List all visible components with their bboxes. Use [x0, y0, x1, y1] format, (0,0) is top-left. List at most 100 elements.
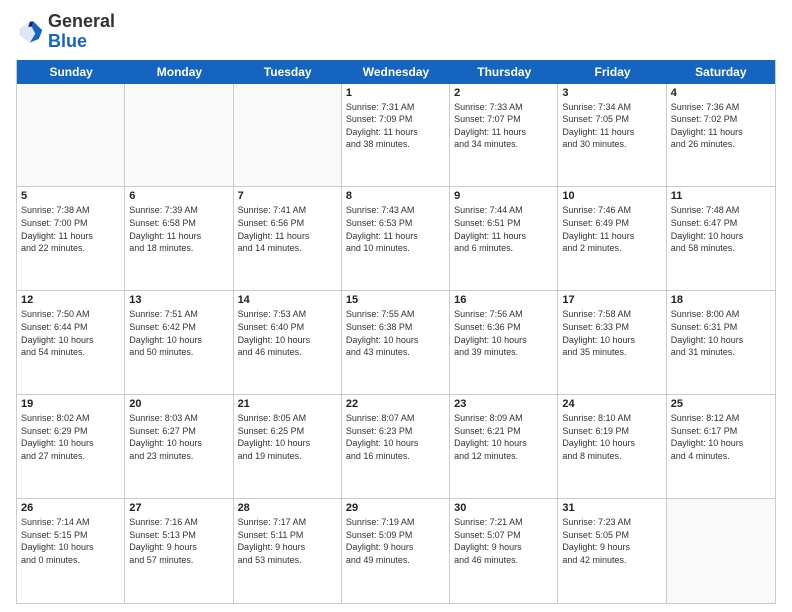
weekday-header-wednesday: Wednesday: [342, 60, 450, 84]
day-info: Sunrise: 7:38 AM Sunset: 7:00 PM Dayligh…: [21, 204, 120, 254]
calendar-cell-1: 1 Sunrise: 7:31 AM Sunset: 7:09 PM Daylig…: [342, 84, 450, 187]
day-info: Sunrise: 8:09 AM Sunset: 6:21 PM Dayligh…: [454, 412, 553, 462]
weekday-header-thursday: Thursday: [450, 60, 558, 84]
day-number: 21: [238, 398, 337, 410]
day-info: Sunrise: 7:51 AM Sunset: 6:42 PM Dayligh…: [129, 308, 228, 358]
day-info: Sunrise: 7:56 AM Sunset: 6:36 PM Dayligh…: [454, 308, 553, 358]
day-number: 1: [346, 87, 445, 99]
calendar-cell-empty-0-1: [125, 84, 233, 187]
day-number: 9: [454, 190, 553, 202]
day-info: Sunrise: 7:23 AM Sunset: 5:05 PM Dayligh…: [562, 516, 661, 566]
page: GeneralBlue SundayMondayTuesdayWednesday…: [0, 0, 792, 612]
calendar-cell-25: 25Sunrise: 8:12 AM Sunset: 6:17 PM Dayli…: [667, 395, 775, 498]
weekday-header-saturday: Saturday: [667, 60, 775, 84]
calendar-cell-17: 17 Sunrise: 7:58 AM Sunset: 6:33 PM Dayli…: [558, 291, 666, 394]
day-info: Sunrise: 8:07 AM Sunset: 6:23 PM Dayligh…: [346, 412, 445, 462]
calendar-row-1: 5 Sunrise: 7:38 AM Sunset: 7:00 PM Daylig…: [17, 187, 775, 291]
day-info: Sunrise: 7:41 AM Sunset: 6:56 PM Dayligh…: [238, 204, 337, 254]
day-info: Sunrise: 7:14 AM Sunset: 5:15 PM Dayligh…: [21, 516, 120, 566]
weekday-header-sunday: Sunday: [17, 60, 125, 84]
day-info: Sunrise: 8:02 AM Sunset: 6:29 PM Dayligh…: [21, 412, 120, 462]
day-number: 10: [562, 190, 661, 202]
calendar-cell-2: 2Sunrise: 7:33 AM Sunset: 7:07 PM Daylig…: [450, 84, 558, 187]
calendar-row-2: 12 Sunrise: 7:50 AM Sunset: 6:44 PM Dayli…: [17, 291, 775, 395]
calendar-cell-16: 16 Sunrise: 7:56 AM Sunset: 6:36 PM Dayli…: [450, 291, 558, 394]
calendar-row-0: 1 Sunrise: 7:31 AM Sunset: 7:09 PM Daylig…: [17, 84, 775, 188]
header: GeneralBlue: [16, 12, 776, 52]
calendar-cell-15: 15Sunrise: 7:55 AM Sunset: 6:38 PM Dayli…: [342, 291, 450, 394]
day-number: 25: [671, 398, 771, 410]
calendar-cell-empty-4-6: [667, 499, 775, 603]
calendar-header: SundayMondayTuesdayWednesdayThursdayFrid…: [17, 60, 775, 84]
calendar-cell-5: 5 Sunrise: 7:38 AM Sunset: 7:00 PM Daylig…: [17, 187, 125, 290]
day-info: Sunrise: 7:55 AM Sunset: 6:38 PM Dayligh…: [346, 308, 445, 358]
day-info: Sunrise: 7:53 AM Sunset: 6:40 PM Dayligh…: [238, 308, 337, 358]
logo-icon: [16, 18, 44, 46]
calendar-cell-9: 9 Sunrise: 7:44 AM Sunset: 6:51 PM Daylig…: [450, 187, 558, 290]
calendar-cell-27: 27 Sunrise: 7:16 AM Sunset: 5:13 PM Dayli…: [125, 499, 233, 603]
day-number: 5: [21, 190, 120, 202]
calendar: SundayMondayTuesdayWednesdayThursdayFrid…: [16, 60, 776, 604]
day-number: 11: [671, 190, 771, 202]
calendar-cell-24: 24 Sunrise: 8:10 AM Sunset: 6:19 PM Dayli…: [558, 395, 666, 498]
day-info: Sunrise: 7:34 AM Sunset: 7:05 PM Dayligh…: [562, 101, 661, 151]
day-info: Sunrise: 7:39 AM Sunset: 6:58 PM Dayligh…: [129, 204, 228, 254]
calendar-cell-22: 22Sunrise: 8:07 AM Sunset: 6:23 PM Dayli…: [342, 395, 450, 498]
day-number: 26: [21, 502, 120, 514]
calendar-cell-26: 26 Sunrise: 7:14 AM Sunset: 5:15 PM Dayli…: [17, 499, 125, 603]
weekday-header-monday: Monday: [125, 60, 233, 84]
calendar-cell-30: 30 Sunrise: 7:21 AM Sunset: 5:07 PM Dayli…: [450, 499, 558, 603]
logo-blue-text: Blue: [48, 31, 87, 51]
day-number: 6: [129, 190, 228, 202]
calendar-cell-empty-0-2: [234, 84, 342, 187]
calendar-cell-7: 7 Sunrise: 7:41 AM Sunset: 6:56 PM Daylig…: [234, 187, 342, 290]
calendar-cell-31: 31Sunrise: 7:23 AM Sunset: 5:05 PM Dayli…: [558, 499, 666, 603]
day-number: 20: [129, 398, 228, 410]
day-info: Sunrise: 7:21 AM Sunset: 5:07 PM Dayligh…: [454, 516, 553, 566]
day-info: Sunrise: 8:03 AM Sunset: 6:27 PM Dayligh…: [129, 412, 228, 462]
calendar-cell-14: 14Sunrise: 7:53 AM Sunset: 6:40 PM Dayli…: [234, 291, 342, 394]
calendar-cell-20: 20 Sunrise: 8:03 AM Sunset: 6:27 PM Dayli…: [125, 395, 233, 498]
calendar-cell-28: 28 Sunrise: 7:17 AM Sunset: 5:11 PM Dayli…: [234, 499, 342, 603]
calendar-cell-18: 18 Sunrise: 8:00 AM Sunset: 6:31 PM Dayli…: [667, 291, 775, 394]
calendar-cell-11: 11 Sunrise: 7:48 AM Sunset: 6:47 PM Dayli…: [667, 187, 775, 290]
logo-general-text: General: [48, 11, 115, 31]
day-number: 28: [238, 502, 337, 514]
calendar-cell-13: 13Sunrise: 7:51 AM Sunset: 6:42 PM Dayli…: [125, 291, 233, 394]
day-number: 18: [671, 294, 771, 306]
day-number: 12: [21, 294, 120, 306]
day-number: 17: [562, 294, 661, 306]
day-number: 23: [454, 398, 553, 410]
day-info: Sunrise: 7:19 AM Sunset: 5:09 PM Dayligh…: [346, 516, 445, 566]
day-number: 4: [671, 87, 771, 99]
logo-text: GeneralBlue: [48, 12, 115, 52]
day-info: Sunrise: 7:36 AM Sunset: 7:02 PM Dayligh…: [671, 101, 771, 151]
calendar-row-3: 19 Sunrise: 8:02 AM Sunset: 6:29 PM Dayli…: [17, 395, 775, 499]
calendar-cell-21: 21 Sunrise: 8:05 AM Sunset: 6:25 PM Dayli…: [234, 395, 342, 498]
day-info: Sunrise: 8:00 AM Sunset: 6:31 PM Dayligh…: [671, 308, 771, 358]
calendar-cell-29: 29 Sunrise: 7:19 AM Sunset: 5:09 PM Dayli…: [342, 499, 450, 603]
day-number: 2: [454, 87, 553, 99]
weekday-header-friday: Friday: [558, 60, 666, 84]
day-number: 7: [238, 190, 337, 202]
calendar-cell-6: 6 Sunrise: 7:39 AM Sunset: 6:58 PM Daylig…: [125, 187, 233, 290]
day-info: Sunrise: 7:31 AM Sunset: 7:09 PM Dayligh…: [346, 101, 445, 151]
day-number: 16: [454, 294, 553, 306]
day-info: Sunrise: 7:16 AM Sunset: 5:13 PM Dayligh…: [129, 516, 228, 566]
day-info: Sunrise: 7:48 AM Sunset: 6:47 PM Dayligh…: [671, 204, 771, 254]
day-number: 30: [454, 502, 553, 514]
day-info: Sunrise: 7:58 AM Sunset: 6:33 PM Dayligh…: [562, 308, 661, 358]
day-info: Sunrise: 7:46 AM Sunset: 6:49 PM Dayligh…: [562, 204, 661, 254]
day-number: 19: [21, 398, 120, 410]
day-number: 29: [346, 502, 445, 514]
day-info: Sunrise: 8:10 AM Sunset: 6:19 PM Dayligh…: [562, 412, 661, 462]
calendar-row-4: 26 Sunrise: 7:14 AM Sunset: 5:15 PM Dayli…: [17, 499, 775, 603]
calendar-cell-19: 19 Sunrise: 8:02 AM Sunset: 6:29 PM Dayli…: [17, 395, 125, 498]
day-number: 27: [129, 502, 228, 514]
day-info: Sunrise: 7:44 AM Sunset: 6:51 PM Dayligh…: [454, 204, 553, 254]
day-info: Sunrise: 8:05 AM Sunset: 6:25 PM Dayligh…: [238, 412, 337, 462]
calendar-cell-23: 23 Sunrise: 8:09 AM Sunset: 6:21 PM Dayli…: [450, 395, 558, 498]
day-info: Sunrise: 7:50 AM Sunset: 6:44 PM Dayligh…: [21, 308, 120, 358]
day-number: 24: [562, 398, 661, 410]
day-info: Sunrise: 7:17 AM Sunset: 5:11 PM Dayligh…: [238, 516, 337, 566]
